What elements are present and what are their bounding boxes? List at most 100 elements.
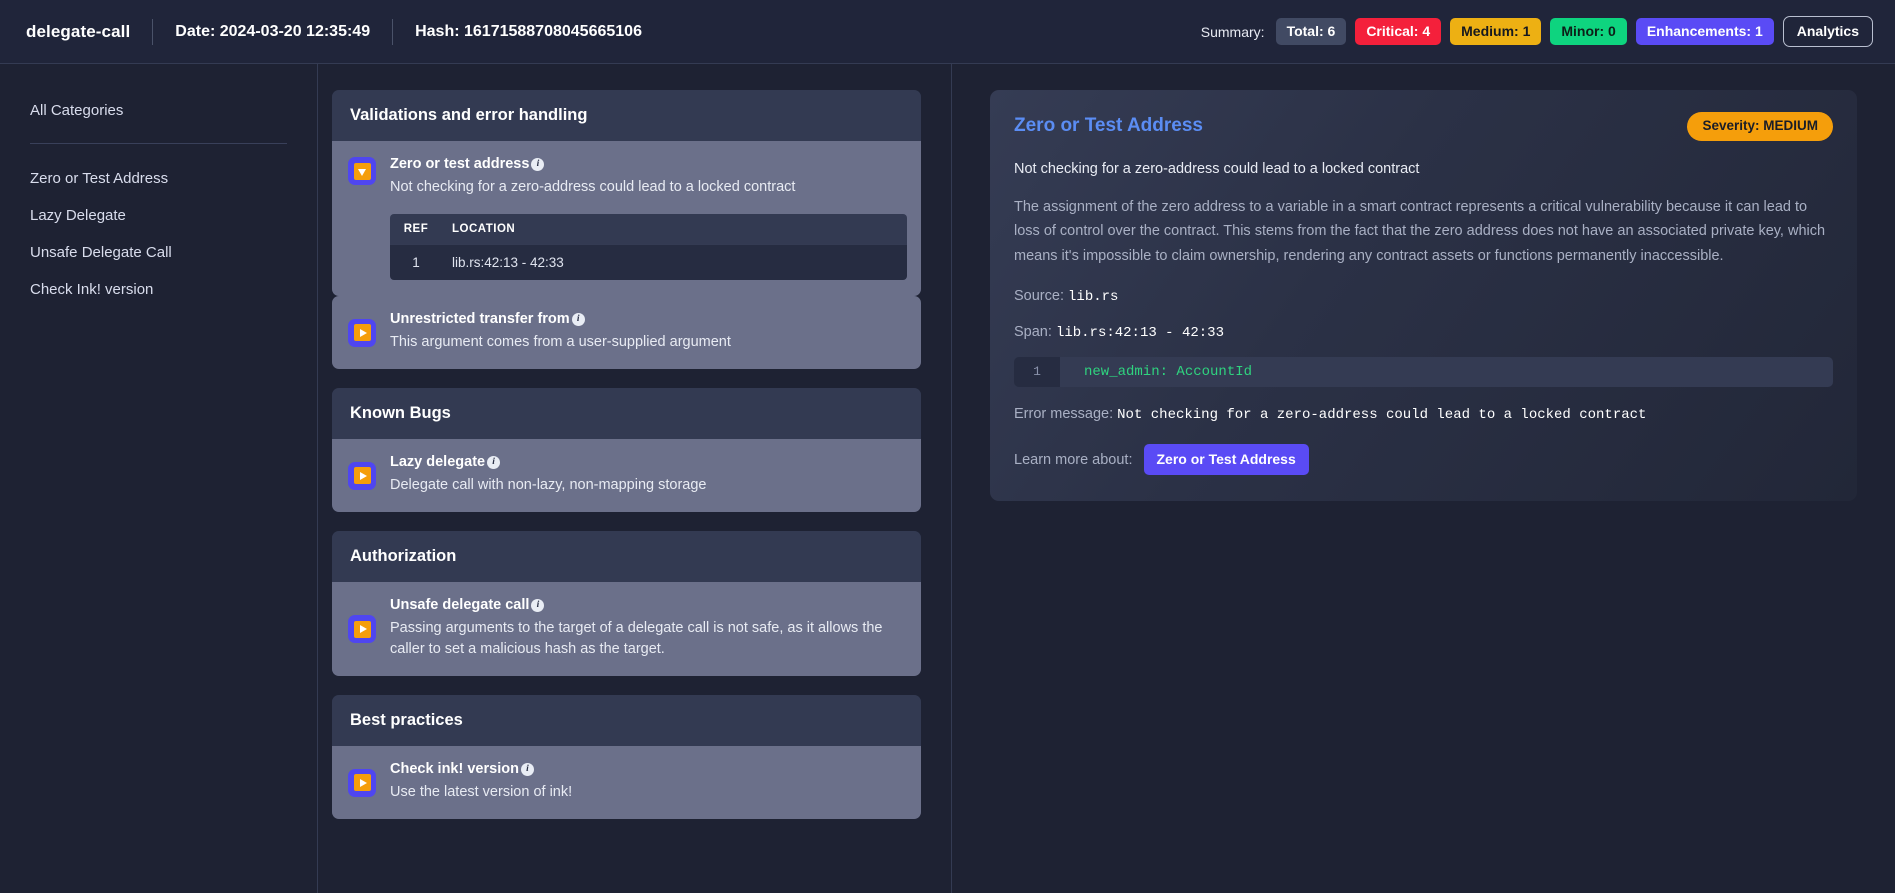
finding-body: Lazy delegate i Delegate call with non-la… [390,453,907,496]
badge-medium[interactable]: Medium: 1 [1450,18,1542,45]
header-meta-group: delegate-call Date: 2024-03-20 12:35:49 … [26,18,642,45]
source-label: Source: [1014,288,1064,305]
finding-title-text: Zero or test address [390,156,530,172]
span-label: Span: [1014,324,1052,341]
finding-card: Unrestricted transfer from i This argumen… [332,296,921,370]
detail-subtitle: Not checking for a zero-address could le… [1014,160,1420,177]
finding-row[interactable]: Unsafe delegate call i Passing arguments … [332,582,921,677]
finding-row[interactable]: Zero or test address i Not checking for a… [332,141,921,297]
finding-row[interactable]: Unrestricted transfer from i This argumen… [332,296,921,370]
top-header-bar: delegate-call Date: 2024-03-20 12:35:49 … [0,0,1895,64]
column-header-location: LOCATION [442,214,907,245]
learn-more-row: Learn more about: Zero or Test Address [1014,444,1833,476]
triangle-right-icon[interactable] [348,768,376,797]
info-icon[interactable]: i [487,455,501,469]
summary-group: Summary: Total: 6 Critical: 4 Medium: 1 … [1201,16,1873,47]
header-divider [392,18,394,45]
code-line-number: 1 [1014,357,1060,388]
finding-row[interactable]: Check ink! version i Use the latest versi… [332,746,921,820]
badge-total[interactable]: Total: 6 [1275,18,1347,45]
severity-badge: Severity: MEDIUM [1687,112,1833,141]
header-divider [152,18,154,45]
finding-description: Not checking for a zero-address could le… [390,179,796,195]
section-header: Authorization [332,531,921,583]
project-title: delegate-call [26,21,131,41]
error-label: Error message: [1014,406,1114,423]
code-line-content: new_admin: AccountId [1084,364,1253,381]
finding-body: Unrestricted transfer from i This argumen… [390,310,907,353]
section-card: Known Bugs Lazy delegate i Delegate call … [332,388,921,513]
finding-title-text: Unsafe delegate call [390,597,530,614]
triangle-right-icon[interactable] [348,615,376,644]
cell-ref: 1 [390,244,442,281]
finding-title: Unrestricted transfer from i [390,311,585,327]
info-icon[interactable]: i [520,762,534,776]
detail-description: The assignment of the zero address to a … [1014,198,1826,265]
sidebar-divider [30,143,287,144]
sidebar-item-check-ink-version[interactable]: Check Ink! version [0,271,317,308]
finding-title: Unsafe delegate call i [390,597,545,614]
section-title: Validations and error handling [350,106,588,124]
occurrences-table: REF LOCATION 1 lib.rs:42:13 - 42:33 [390,214,907,281]
column-header-ref: REF [390,214,442,245]
badge-enhancements[interactable]: Enhancements: 1 [1635,18,1774,45]
source-value: lib.rs [1068,289,1119,306]
finding-body: Zero or test address i Not checking for a… [390,155,907,281]
finding-title: Lazy delegate i [390,454,501,471]
finding-description: Delegate call with non-lazy, non-mapping… [390,477,707,494]
triangle-right-icon[interactable] [348,318,376,347]
section-title: Authorization [350,547,457,566]
finding-title-text: Lazy delegate [390,454,486,471]
table-header-row: REF LOCATION [390,214,907,245]
section-title: Known Bugs [350,404,451,423]
finding-title-text: Unrestricted transfer from [390,311,570,328]
detail-source-row: Source: lib.rs [1014,288,1833,305]
summary-label: Summary: [1200,23,1265,40]
findings-column: Validations and error handling Zero or t… [318,64,952,893]
triangle-down-icon[interactable] [348,157,376,185]
learn-more-label: Learn more about: [1014,451,1133,468]
section-title: Best practices [350,711,463,730]
detail-header: Zero or Test Address Severity: MEDIUM [1014,112,1833,141]
section-card: Authorization Unsafe delegate call i Pass… [332,531,921,677]
category-sidebar: All Categories Zero or Test Address Lazy… [0,64,318,893]
error-value: Not checking for a zero-address could le… [1117,407,1647,424]
triangle-right-icon[interactable] [348,461,376,490]
finding-description: Passing arguments to the target of a del… [390,620,883,658]
analytics-button[interactable]: Analytics [1782,16,1873,47]
badge-minor[interactable]: Minor: 0 [1550,18,1627,45]
section-header: Best practices [332,695,921,747]
finding-title-text: Check ink! version [390,761,519,778]
learn-more-button[interactable]: Zero or Test Address [1143,444,1309,476]
finding-description: Use the latest version of ink! [390,784,573,801]
scan-hash: Hash: 16171588708045665106 [415,22,642,40]
detail-error-row: Error message: Not checking for a zero-a… [1014,406,1833,423]
info-icon[interactable]: i [531,157,545,171]
info-icon[interactable]: i [531,598,545,612]
info-icon[interactable]: i [571,312,585,326]
cell-location: lib.rs:42:13 - 42:33 [442,244,907,281]
sidebar-item-lazy-delegate[interactable]: Lazy Delegate [0,197,317,234]
sidebar-item-zero-or-test-address[interactable]: Zero or Test Address [0,160,317,197]
section-card: Best practices Check ink! version i Use t… [332,695,921,820]
finding-title: Zero or test address i [390,156,545,172]
section-header: Validations and error handling [332,90,921,141]
span-value: lib.rs:42:13 - 42:33 [1055,325,1224,342]
finding-description: This argument comes from a user-supplied… [390,334,731,351]
finding-body: Check ink! version i Use the latest versi… [390,760,907,803]
detail-column: Zero or Test Address Severity: MEDIUM No… [952,64,1895,893]
scan-date: Date: 2024-03-20 12:35:49 [175,22,371,40]
detail-span-row: Span: lib.rs:42:13 - 42:33 [1014,324,1833,341]
finding-title: Check ink! version i [390,761,534,777]
finding-row[interactable]: Lazy delegate i Delegate call with non-la… [332,439,921,513]
section-header: Known Bugs [332,388,921,440]
sidebar-item-all-categories[interactable]: All Categories [0,92,317,129]
code-snippet: 1 new_admin: AccountId [1014,357,1833,388]
section-card: Validations and error handling Zero or t… [332,90,921,297]
vulnerability-detail-card: Zero or Test Address Severity: MEDIUM No… [990,90,1857,502]
finding-body: Unsafe delegate call i Passing arguments … [390,596,907,660]
table-row[interactable]: 1 lib.rs:42:13 - 42:33 [390,244,907,281]
main-shell: All Categories Zero or Test Address Lazy… [0,64,1895,893]
sidebar-item-unsafe-delegate-call[interactable]: Unsafe Delegate Call [0,234,317,271]
badge-critical[interactable]: Critical: 4 [1355,18,1442,45]
